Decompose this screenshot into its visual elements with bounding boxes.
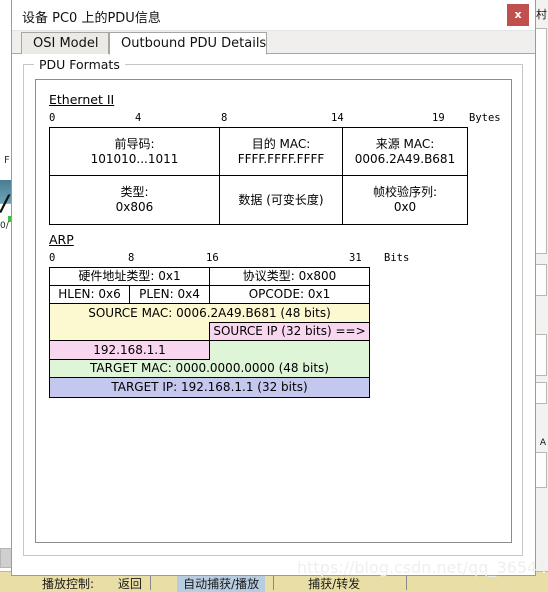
ethernet-ii-table: 前导码: 101010...1011 目的 MAC: FFFF.FFFF.FFF… <box>49 127 468 225</box>
ethernet-cell-dest-mac: 目的 MAC: FFFF.FFFF.FFFF <box>219 127 343 176</box>
ethernet-cell-fcs: 帧校验序列: 0x0 <box>342 175 468 225</box>
arp-tick-31: 31 <box>349 252 362 264</box>
arp-ruler: 0 8 16 31 Bits <box>49 252 449 267</box>
arp-tick-0: 0 <box>49 252 56 264</box>
ethernet-ii-heading: Ethernet II <box>49 92 115 107</box>
ethernet-tick-8: 8 <box>221 112 228 124</box>
pdu-diagram-panel: Ethernet II 0 4 8 14 19 Bytes 前导码: 10101… <box>35 79 512 543</box>
arp-table: 硬件地址类型: 0x1 协议类型: 0x800 HLEN: 0x6 PLEN: … <box>49 267 370 399</box>
bottombar-play-control-label: 播放控制: <box>42 577 95 591</box>
ethernet-dest-mac-label: 目的 MAC: <box>251 136 311 151</box>
arp-section: ARP 0 8 16 31 Bits 硬件地址类型: 0x1 协议类型: 0x8… <box>49 232 499 399</box>
ethernet-tick-0: 0 <box>49 112 56 124</box>
ethernet-fcs-label: 帧校验序列: <box>372 185 438 199</box>
ethernet-type-value: 0x806 <box>115 200 154 214</box>
background-thumbnail-glyph: / <box>1 192 10 217</box>
background-thumbnail-sublabel: 0/ <box>0 221 9 231</box>
ethernet-preamble-label: 前导码: <box>114 136 155 151</box>
ethernet-tick-4: 4 <box>135 112 142 124</box>
ethernet-preamble-value: 101010...1011 <box>90 151 179 166</box>
arp-cell-hardware-type: 硬件地址类型: 0x1 <box>49 267 210 286</box>
ethernet-cell-type: 类型: 0x806 <box>49 175 220 225</box>
tab-osi-model[interactable]: OSI Model <box>21 32 109 54</box>
close-icon[interactable]: x <box>507 4 529 26</box>
background-right-glyph: 村 <box>536 8 547 21</box>
arp-unit-label: Bits <box>384 252 410 264</box>
arp-cell-source-ip-value: 192.168.1.1 <box>49 340 210 360</box>
tabstrip: OSI Model Outbound PDU Details <box>12 31 535 55</box>
ethernet-ii-section: Ethernet II 0 4 8 14 19 Bytes 前导码: 10101… <box>49 92 501 225</box>
bottombar-auto-capture-button[interactable]: 自动捕获/播放 <box>177 574 266 592</box>
table-row: 前导码: 101010...1011 目的 MAC: FFFF.FFFF.FFF… <box>49 127 468 176</box>
bottombar-capture-forward-button[interactable]: 捕获/转发 <box>308 574 360 592</box>
ethernet-data-label: 数据 (可变长度) <box>238 192 324 207</box>
ethernet-source-mac-label: 来源 MAC: <box>375 136 435 151</box>
ethernet-type-label: 类型: <box>120 185 149 199</box>
ethernet-fcs-value: 0x0 <box>393 200 417 214</box>
ethernet-cell-data: 数据 (可变长度) <box>219 175 343 225</box>
ethernet-ii-ruler: 0 4 8 14 19 Bytes <box>49 112 501 127</box>
dialog-titlebar: 设备 PC0 上的PDU信息 x <box>12 0 535 31</box>
dialog-content: PDU Formats Ethernet II 0 4 8 14 19 Byte… <box>12 54 535 575</box>
arp-cell-plen: PLEN: 0x4 <box>129 285 210 304</box>
table-row: 类型: 0x806 数据 (可变长度) 帧校验序列: 0x0 <box>49 175 468 225</box>
arp-cell-source-ip-label: SOURCE IP (32 bits) ==> <box>209 322 370 341</box>
arp-cell-opcode: OPCODE: 0x1 <box>209 285 370 304</box>
ethernet-cell-source-mac: 来源 MAC: 0006.2A49.B681 <box>342 127 468 176</box>
ethernet-tick-19: 19 <box>432 112 445 124</box>
ethernet-tick-14: 14 <box>331 112 344 124</box>
ethernet-cell-preamble: 前导码: 101010...1011 <box>49 127 220 176</box>
ethernet-dest-mac-value: FFFF.FFFF.FFFF <box>237 151 325 166</box>
arp-cell-hlen: HLEN: 0x6 <box>49 285 130 304</box>
arp-heading: ARP <box>49 232 74 247</box>
pdu-formats-title: PDU Formats <box>34 57 125 72</box>
arp-cell-protocol-type: 协议类型: 0x800 <box>209 267 370 286</box>
background-left-label: F <box>4 155 10 166</box>
pdu-information-dialog: 设备 PC0 上的PDU信息 x OSI Model Outbound PDU … <box>11 0 536 576</box>
background-right-label: A <box>539 438 546 448</box>
arp-cell-target-ip: TARGET IP: 192.168.1.1 (32 bits) <box>49 377 370 398</box>
ethernet-unit-label: Bytes <box>469 112 501 124</box>
ethernet-source-mac-value: 0006.2A49.B681 <box>354 151 456 166</box>
bottombar-back-button[interactable]: 返回 <box>118 574 142 592</box>
arp-tick-8: 8 <box>128 252 135 264</box>
pdu-formats-groupbox: PDU Formats Ethernet II 0 4 8 14 19 Byte… <box>23 57 523 556</box>
arp-tick-16: 16 <box>206 252 219 264</box>
dialog-title: 设备 PC0 上的PDU信息 <box>22 11 161 26</box>
tab-outbound-pdu-details[interactable]: Outbound PDU Details <box>109 32 267 55</box>
